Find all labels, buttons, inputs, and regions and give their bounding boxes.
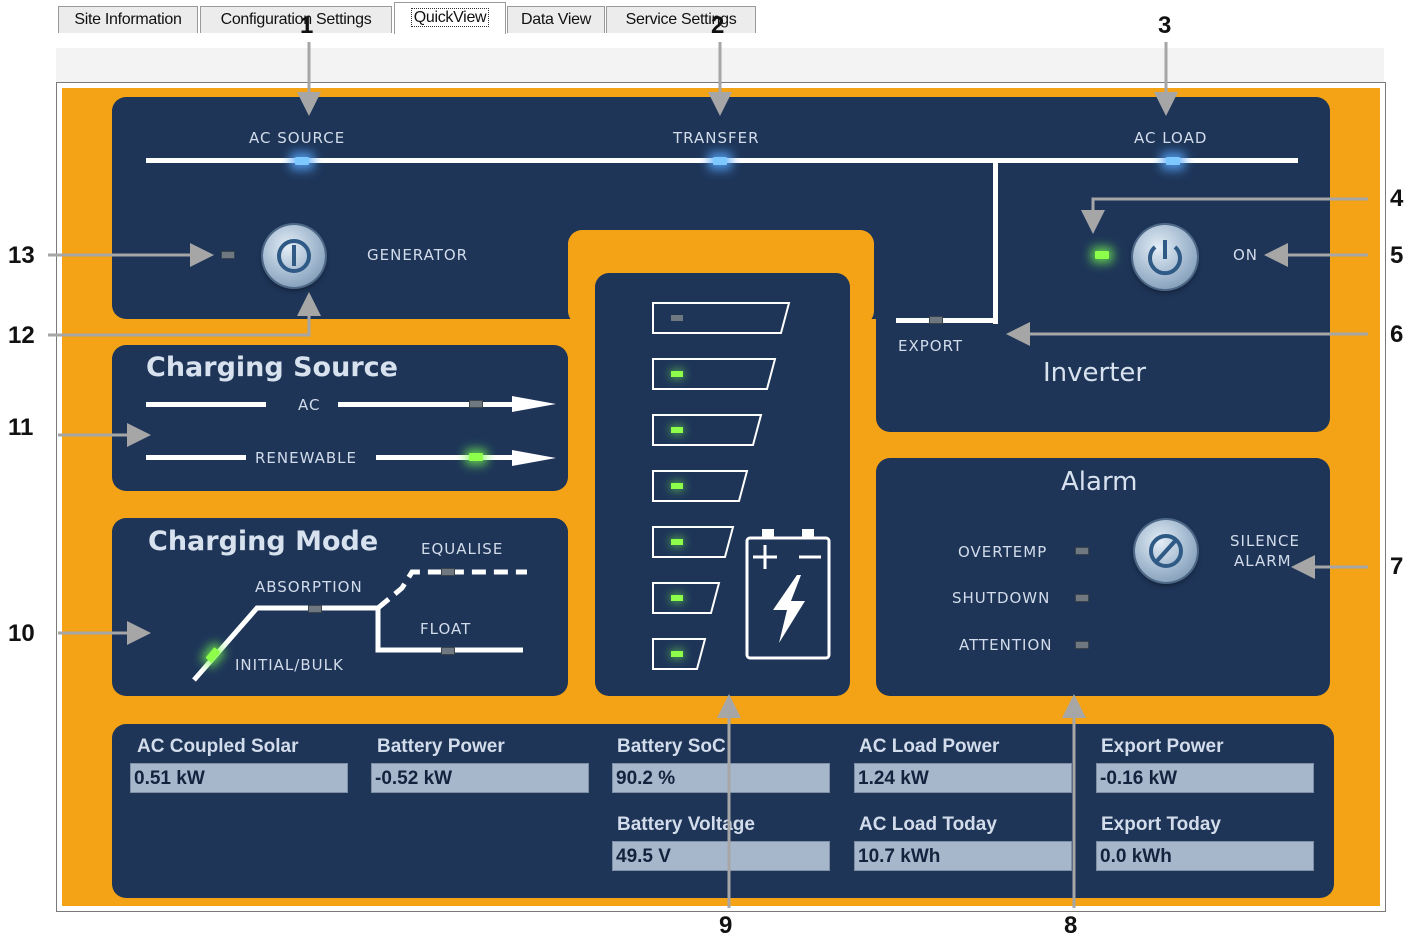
- callout-3: 3: [1158, 12, 1172, 39]
- callout-6: 6: [1390, 321, 1404, 348]
- callout-leaders: [48, 42, 1368, 908]
- callout-4: 4: [1390, 185, 1404, 212]
- callout-13: 13: [8, 242, 35, 269]
- callout-12: 12: [8, 322, 35, 349]
- callout-7: 7: [1390, 553, 1404, 580]
- callout-1: 1: [300, 12, 314, 39]
- callout-2: 2: [711, 12, 725, 39]
- callout-11: 11: [8, 414, 34, 441]
- callout-9: 9: [719, 912, 733, 939]
- callout-10: 10: [8, 620, 35, 647]
- callout-5: 5: [1390, 242, 1404, 269]
- callout-8: 8: [1064, 912, 1078, 939]
